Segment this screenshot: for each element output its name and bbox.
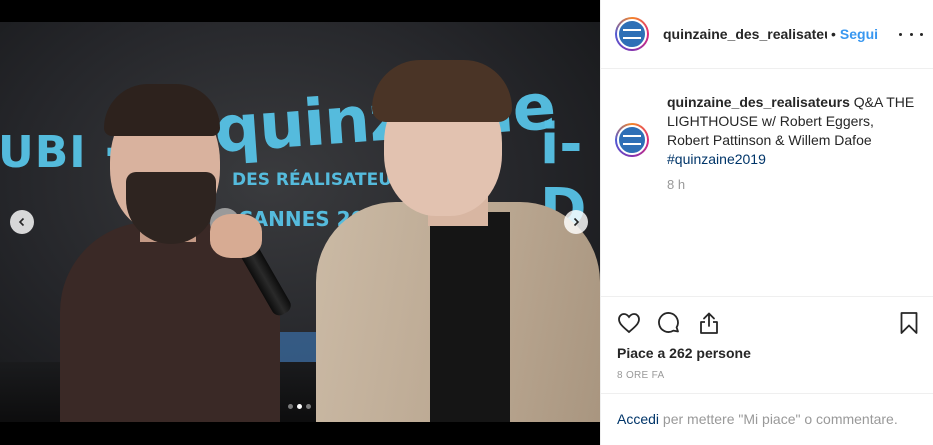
chevron-right-icon <box>573 217 580 227</box>
post-photo: UBI · quinzaine DES RÉALISATEURS CANNES … <box>0 22 600 422</box>
post-actions: Piace a 262 persone 8 ORE FA Accedi per … <box>601 296 933 445</box>
avatar[interactable] <box>615 17 649 51</box>
caption: quinzaine_des_realisateurs Q&A THE LIGHT… <box>615 93 925 169</box>
header-username[interactable]: quinzaine_des_realisateu <box>663 26 827 42</box>
header-separator: • <box>831 26 836 42</box>
bookmark-icon[interactable] <box>897 311 921 335</box>
carousel-dot-active <box>297 404 302 409</box>
quinzaine-logo-icon <box>617 19 647 49</box>
chevron-left-icon <box>18 217 25 227</box>
post-timestamp: 8 ORE FA <box>617 370 665 381</box>
caption-text-block: quinzaine_des_realisateurs Q&A THE LIGHT… <box>667 93 919 169</box>
follow-button[interactable]: Segui <box>840 26 878 42</box>
carousel-dot <box>306 404 311 409</box>
comment-icon[interactable] <box>657 311 681 335</box>
person-left-hand <box>210 214 262 258</box>
carousel-next-button[interactable] <box>564 210 588 234</box>
login-prompt-text: per mettere "Mi piace" o commentare. <box>659 411 898 427</box>
login-link[interactable]: Accedi <box>617 411 659 427</box>
caption-hashtag[interactable]: #quinzaine2019 <box>667 151 766 167</box>
caption-username[interactable]: quinzaine_des_realisateurs <box>667 94 850 110</box>
carousel-indicator <box>288 404 311 409</box>
post-header: quinzaine_des_realisateu • Segui <box>601 0 933 69</box>
caption-avatar[interactable] <box>615 123 649 157</box>
person-right-shirt <box>430 212 510 422</box>
caption-timestamp: 8 h <box>667 177 686 192</box>
person-left-hair <box>104 84 220 136</box>
heart-icon[interactable] <box>617 311 641 335</box>
quinzaine-logo-icon <box>617 125 647 155</box>
post-media: UBI · quinzaine DES RÉALISATEURS CANNES … <box>0 0 600 445</box>
carousel-prev-button[interactable] <box>10 210 34 234</box>
likes-count[interactable]: Piace a 262 persone <box>617 345 751 361</box>
more-options-icon[interactable] <box>899 24 923 44</box>
wall-text-ubi: UBI · <box>0 127 121 178</box>
share-icon[interactable] <box>697 311 721 335</box>
carousel-dot <box>288 404 293 409</box>
person-right-hair <box>372 60 512 122</box>
login-prompt: Accedi per mettere "Mi piace" o commenta… <box>601 393 933 445</box>
post-side-panel: quinzaine_des_realisateu • Segui quinzai… <box>600 0 933 445</box>
